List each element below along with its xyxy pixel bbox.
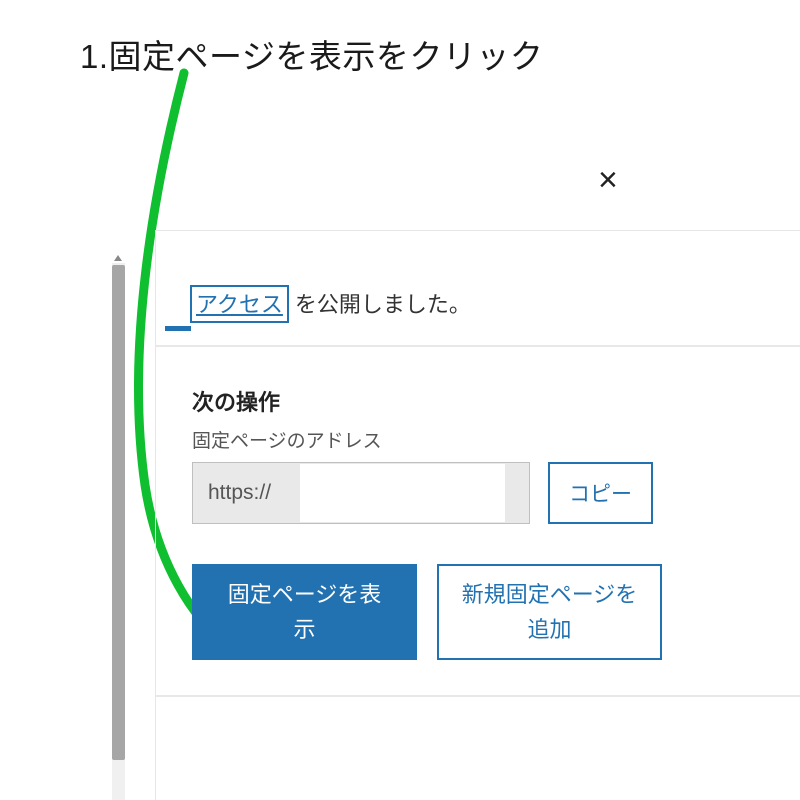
action-buttons: 固定ページを表示 新規固定ページを追加 bbox=[192, 564, 662, 660]
url-row: https:// コピー bbox=[192, 462, 653, 524]
page-address-label: 固定ページのアドレス bbox=[192, 426, 382, 453]
close-icon[interactable]: × bbox=[598, 163, 618, 197]
divider-top bbox=[155, 230, 800, 231]
scrollbar-thumb[interactable] bbox=[112, 265, 125, 760]
panel-left-border bbox=[155, 230, 156, 800]
copy-button[interactable]: コピー bbox=[548, 462, 653, 524]
url-input[interactable]: https:// bbox=[192, 462, 530, 524]
divider-bottom bbox=[155, 695, 800, 697]
add-new-page-button[interactable]: 新規固定ページを追加 bbox=[437, 564, 662, 660]
view-page-button[interactable]: 固定ページを表示 bbox=[192, 564, 417, 660]
published-link-text: アクセス bbox=[196, 292, 283, 317]
url-value bbox=[300, 464, 505, 522]
tab-indicator bbox=[165, 326, 191, 331]
next-steps-title: 次の操作 bbox=[192, 385, 280, 417]
scroll-up-arrow-icon[interactable] bbox=[112, 250, 124, 264]
published-suffix: を公開しました。 bbox=[295, 287, 471, 319]
divider-mid bbox=[155, 345, 800, 347]
published-message: アクセス を公開しました。 bbox=[190, 285, 471, 323]
url-prefix: https:// bbox=[193, 481, 271, 505]
published-link[interactable]: アクセス bbox=[190, 285, 289, 323]
annotation-text: 1.固定ページを表示をクリック bbox=[80, 30, 543, 78]
